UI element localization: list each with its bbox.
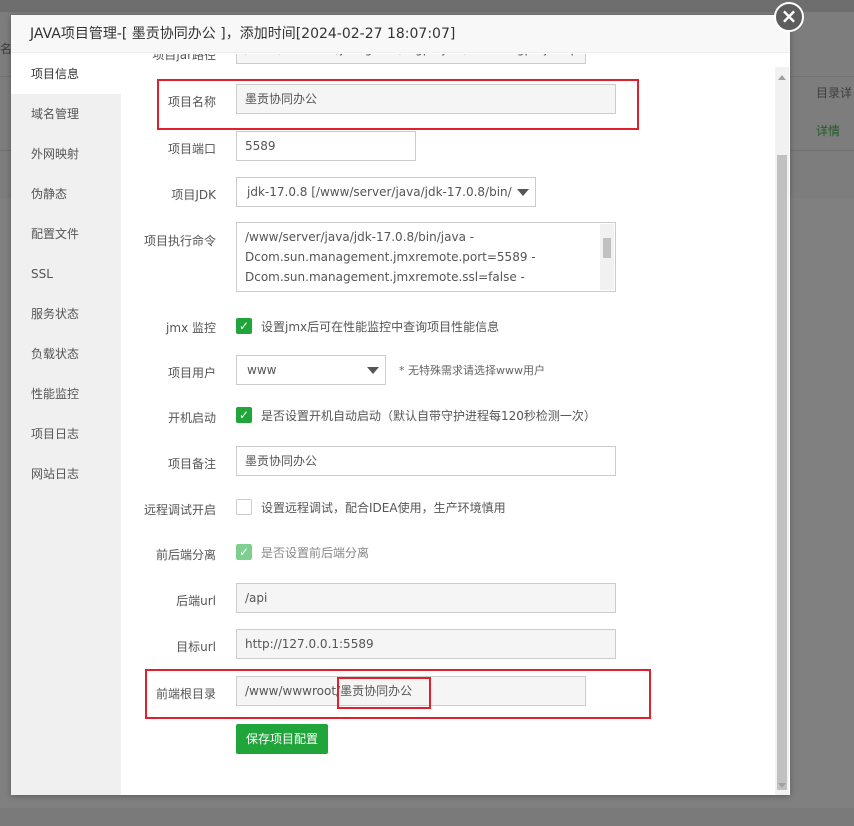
- remote-debug-checkbox[interactable]: [236, 499, 252, 515]
- project-info-form: 项目jar路径 /www/wwwroot/jeecgboot/mgproject…: [121, 54, 790, 795]
- modal-scroll-thumb[interactable]: [777, 155, 787, 790]
- scroll-up-icon[interactable]: [778, 75, 786, 80]
- scroll-down-icon[interactable]: [778, 783, 786, 788]
- sidebar-item-domain[interactable]: 域名管理: [11, 94, 121, 134]
- highlight-box: [157, 79, 639, 130]
- user-hint: * 无特殊需求请选择www用户: [399, 364, 545, 377]
- sidebar-item-site-log[interactable]: 网站日志: [11, 454, 121, 494]
- backend-url-input[interactable]: /api: [236, 583, 616, 613]
- background-top-strip: [0, 0, 854, 12]
- remote-debug-description: 设置远程调试，配合IDEA使用，生产环境慎用: [261, 501, 506, 515]
- project-note-label: 项目备注: [167, 457, 216, 471]
- jmx-label: jmx 监控: [166, 321, 216, 335]
- autostart-checkbox[interactable]: ✓: [236, 407, 252, 423]
- sidebar-item-service-status[interactable]: 服务状态: [11, 294, 121, 334]
- save-config-button[interactable]: 保存项目配置: [236, 724, 329, 754]
- remote-debug-label: 远程调试开启: [143, 503, 216, 517]
- target-url-input[interactable]: http://127.0.0.1:5589: [236, 629, 616, 659]
- target-url-label: 目标url: [176, 640, 216, 654]
- frontend-split-description: 是否设置前后端分离: [261, 546, 370, 560]
- textarea-scroll-thumb[interactable]: [603, 238, 611, 258]
- command-line: Dcom.sun.management.jmxremote.port=5589 …: [245, 250, 536, 264]
- modal-scrollbar[interactable]: [775, 67, 789, 795]
- sidebar-item-project-info[interactable]: 项目信息: [11, 54, 121, 94]
- modal-title: JAVA项目管理-[ 墨贡协同办公 ]，添加时间[2024-02-27 18:0…: [11, 15, 790, 53]
- sidebar-item-external-mapping[interactable]: 外网映射: [11, 134, 121, 174]
- user-select-value: www: [247, 363, 277, 377]
- jmx-checkbox[interactable]: ✓: [236, 318, 252, 334]
- sidebar-item-rewrite[interactable]: 伪静态: [11, 174, 121, 214]
- textarea-scrollbar[interactable]: [600, 224, 614, 290]
- frontend-split-label: 前后端分离: [155, 548, 216, 562]
- background-bottom-strip: [0, 808, 854, 826]
- command-line: Dcom.sun.management.jmxremote.ssl=false …: [245, 270, 525, 284]
- check-icon: ✓: [238, 319, 250, 333]
- autostart-description: 是否设置开机自动启动（默认自带守护进程每120秒检测一次）: [261, 409, 596, 423]
- project-user-label: 项目用户: [167, 366, 216, 380]
- modal-sidebar: 项目信息 域名管理 外网映射 伪静态 配置文件 SSL 服务状态 负载状态 性能…: [11, 54, 121, 795]
- command-textarea[interactable]: /www/server/java/jdk-17.0.8/bin/java - D…: [236, 222, 616, 292]
- close-icon[interactable]: ×: [774, 2, 804, 32]
- chevron-down-icon: [517, 189, 529, 196]
- chevron-down-icon: [367, 367, 379, 374]
- jar-path-input[interactable]: /www/wwwroot/jeecgboot/mgproject/lbwm-mg…: [236, 54, 586, 64]
- autostart-label: 开机启动: [167, 411, 216, 425]
- check-icon: ✓: [238, 408, 250, 422]
- highlight-box: [145, 669, 651, 719]
- java-project-modal: JAVA项目管理-[ 墨贡协同办公 ]，添加时间[2024-02-27 18:0…: [11, 15, 790, 795]
- project-jdk-label: 项目JDK: [171, 188, 216, 202]
- jar-path-label: 项目jar路径: [152, 54, 216, 62]
- jdk-select[interactable]: jdk-17.0.8 [/www/server/java/jdk-17.0.8/…: [236, 177, 536, 207]
- background-detail-link: 详情: [816, 124, 841, 138]
- sidebar-item-performance[interactable]: 性能监控: [11, 374, 121, 414]
- project-port-label: 项目端口: [167, 142, 216, 156]
- check-icon: ✓: [238, 545, 250, 559]
- sidebar-item-load-status[interactable]: 负载状态: [11, 334, 121, 374]
- project-port-input[interactable]: 5589: [236, 131, 416, 161]
- project-note-input[interactable]: 墨贡协同办公: [236, 446, 616, 476]
- command-label: 项目执行命令: [143, 234, 216, 248]
- frontend-split-checkbox[interactable]: ✓: [236, 544, 252, 560]
- background-column-header: 目录详: [816, 86, 853, 100]
- jmx-description: 设置jmx后可在性能监控中查询项目性能信息: [261, 320, 500, 334]
- sidebar-item-config-file[interactable]: 配置文件: [11, 214, 121, 254]
- jdk-select-value: jdk-17.0.8 [/www/server/java/jdk-17.0.8/…: [247, 185, 512, 199]
- sidebar-item-project-log[interactable]: 项目日志: [11, 414, 121, 454]
- sidebar-item-ssl[interactable]: SSL: [11, 254, 121, 294]
- backend-url-label: 后端url: [176, 594, 216, 608]
- user-select[interactable]: www: [236, 355, 386, 385]
- command-line: /www/server/java/jdk-17.0.8/bin/java -: [245, 230, 475, 244]
